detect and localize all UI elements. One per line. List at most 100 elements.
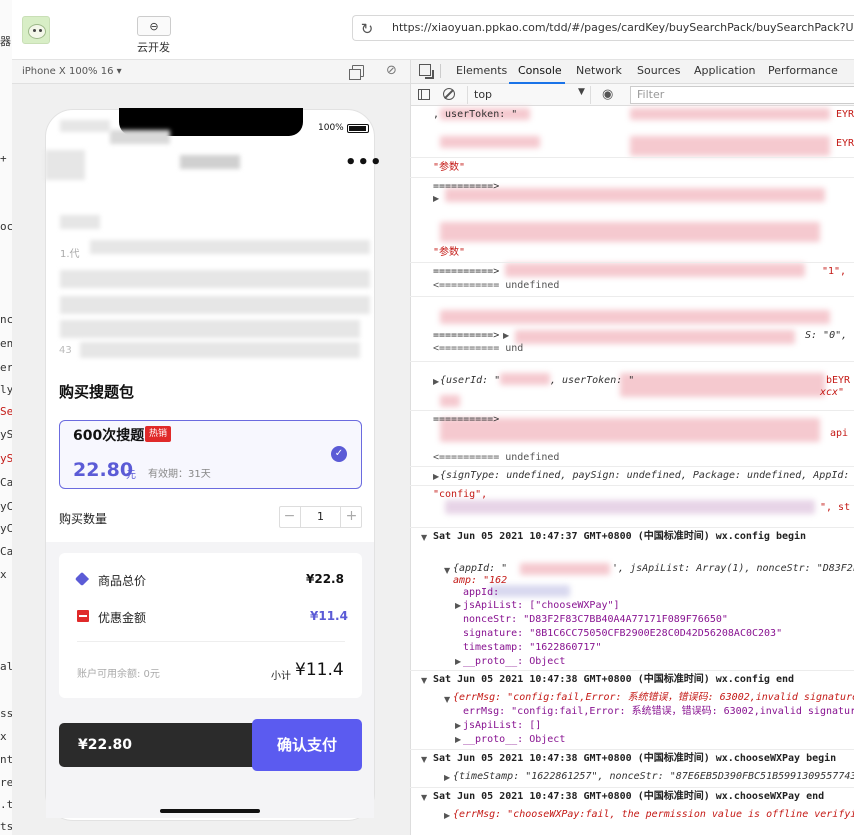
blurred-region [60,296,370,314]
clear-console-icon[interactable] [443,88,455,100]
console-line: <========== und [433,343,524,354]
console-line: ', jsApiList: Array(1), nonceStr: "D83F2… [612,563,854,574]
more-icon[interactable]: ••• [345,154,383,172]
console-group-header[interactable]: Sat Jun 05 2021 10:47:38 GMT+0800 (中国标准时… [433,791,824,803]
console-line: ==========> [433,414,500,425]
eye-icon[interactable]: ◉ [602,87,613,102]
confirm-pay-button[interactable]: 确认支付 [252,719,362,771]
expand-arrow-icon[interactable]: ▶ [433,377,439,386]
url-text[interactable]: https://xiaoyuan.ppkao.com/tdd/#/pages/c… [392,21,854,34]
clipped-text: ss [0,707,12,720]
battery-icon [347,124,369,133]
console-separator [410,466,854,467]
subtotal-value: ¥11.4 [295,660,344,680]
hot-badge: 热销 [145,426,172,442]
console-line: nonceStr: "D83F2F83C7BB40A4A77171F089F76… [463,614,728,625]
expand-arrow-icon[interactable]: ▶ [455,657,461,666]
rotate-icon[interactable] [349,65,364,80]
console-line: "参数" [433,162,466,173]
quantity-label: 购买数量 [59,512,108,526]
tab-sources[interactable]: Sources [637,64,681,77]
console-line: signature: "8B1C6CC75050CFB2900E28C0D42D… [463,628,783,639]
clipped-text: al_ [0,660,12,673]
expand-arrow-icon[interactable]: ▶ [503,331,509,340]
cloud-dev-button[interactable]: ⊖ [137,16,171,36]
clipped-text: oc [0,220,12,233]
collapse-arrow-icon[interactable]: ▼ [444,566,450,575]
expand-arrow-icon[interactable]: ▶ [433,194,439,203]
clipped-text: + [0,152,7,165]
tab-performance[interactable]: Performance [768,64,838,77]
clipped-text: en [0,337,12,350]
sidebar-toggle-icon[interactable] [418,89,430,100]
blurred-region [60,215,100,229]
clipped-text: yS [0,428,12,441]
reload-icon[interactable]: ↻ [358,20,376,38]
collapse-arrow-icon[interactable]: ▼ [421,793,427,802]
console-line: , userToken: " [550,375,635,386]
console-line: jsApiList: ["chooseWXPay"] [463,600,620,611]
console-line: __proto__: Object [463,734,566,745]
tab-elements[interactable]: Elements [456,64,507,77]
console-line: S: "0", [805,330,848,341]
expand-arrow-icon[interactable]: ▶ [433,472,439,481]
clipped-text: yC [0,522,12,535]
redacted [620,373,825,397]
console-group-header[interactable]: Sat Jun 05 2021 10:47:38 GMT+0800 (中国标准时… [433,753,836,765]
discount-value: ¥11.4 [310,609,348,623]
collapse-arrow-icon[interactable]: ▼ [421,533,427,542]
console-line: ==========> [433,181,500,192]
chevron-down-icon: ▼ [578,87,585,97]
quantity-plus-button[interactable]: + [340,506,362,528]
expand-arrow-icon[interactable]: ▶ [444,811,450,820]
tab-console[interactable]: Console [518,64,562,77]
quantity-minus-button[interactable]: − [279,506,301,528]
collapse-arrow-icon[interactable]: ▼ [444,695,450,704]
inspect-icon[interactable] [419,64,434,79]
discount-label: 优惠金额 [98,611,147,625]
expand-arrow-icon[interactable]: ▶ [455,721,461,730]
clipped-text: Ca [0,476,12,489]
console-line: "参数" [433,247,466,258]
clipped-text: er [0,361,12,374]
console-line: ==========> [433,330,500,341]
clipped-text: re [0,776,12,789]
console-line: {userId: " [440,375,501,386]
console-line: timestamp: "1622860717" [463,642,602,653]
collapse-arrow-icon[interactable]: ▼ [421,676,427,685]
blurred-region [60,270,370,288]
console-line: appId: [463,587,500,598]
expand-arrow-icon[interactable]: ▶ [455,735,461,744]
collapse-arrow-icon[interactable]: ▼ [421,755,427,764]
context-select[interactable]: top [467,86,591,104]
summary-divider [77,641,345,642]
total-price-label: 商品总价 [98,574,147,588]
console-line: amp: "162 [453,575,508,586]
console-separator [410,262,854,263]
clipped-text: ts [0,820,12,833]
pack-price-unit: 元 [126,470,136,481]
console-separator [410,157,854,158]
clipped-text: ntr [0,753,12,766]
console-group-header[interactable]: Sat Jun 05 2021 10:47:37 GMT+0800 (中国标准时… [433,531,806,543]
pack-name: 600次搜题 [73,428,145,444]
console-separator [410,749,854,750]
section-title: 购买搜题包 [59,383,135,401]
device-selector[interactable]: iPhone X 100% 16 ▾ [22,66,122,77]
user-avatar[interactable] [22,16,50,44]
tab-application[interactable]: Application [694,64,755,77]
tab-network[interactable]: Network [576,64,622,77]
filter-input[interactable]: Filter [630,86,854,104]
expand-arrow-icon[interactable]: ▶ [444,773,450,782]
console-separator [410,361,854,362]
expand-arrow-icon[interactable]: ▶ [455,601,461,610]
console-group-header[interactable]: Sat Jun 05 2021 10:47:38 GMT+0800 (中国标准时… [433,674,794,686]
pay-total: ¥22.80 [78,737,133,753]
console-line: EYR [836,138,854,149]
quantity-input[interactable]: 1 [301,506,340,528]
coupon-icon [77,610,89,622]
subtotal-label: 小计 [271,671,291,682]
sensor-icon[interactable]: ⊘ [386,63,397,78]
console-line: __proto__: Object [463,656,566,667]
clipped-text: yS [0,452,12,465]
